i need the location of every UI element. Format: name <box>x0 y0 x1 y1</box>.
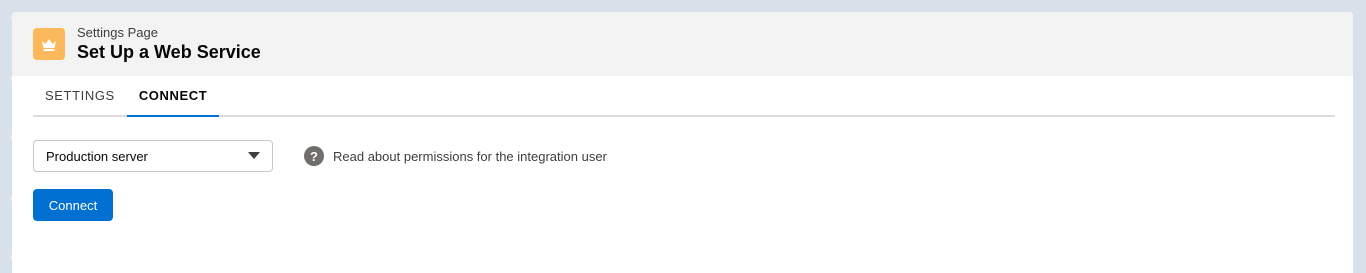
settings-card: Settings Page Set Up a Web Service SETTI… <box>12 12 1353 273</box>
server-select[interactable]: Production server <box>33 140 273 172</box>
page-header: Settings Page Set Up a Web Service <box>12 12 1353 76</box>
question-icon: ? <box>304 146 324 166</box>
tab-connect[interactable]: CONNECT <box>126 76 220 117</box>
connect-panel: Production server ? Read about permissio… <box>12 117 1353 221</box>
tab-bar: SETTINGS CONNECT <box>33 76 1335 117</box>
help-link[interactable]: ? Read about permissions for the integra… <box>304 146 607 166</box>
server-select-value: Production server <box>46 148 148 164</box>
page-title: Set Up a Web Service <box>77 42 261 62</box>
chevron-down-icon <box>248 152 260 159</box>
help-link-text: Read about permissions for the integrati… <box>333 148 607 164</box>
crown-icon <box>33 28 65 60</box>
page-subtitle: Settings Page <box>77 25 158 40</box>
connect-button[interactable]: Connect <box>33 189 113 221</box>
tab-settings[interactable]: SETTINGS <box>33 76 127 115</box>
